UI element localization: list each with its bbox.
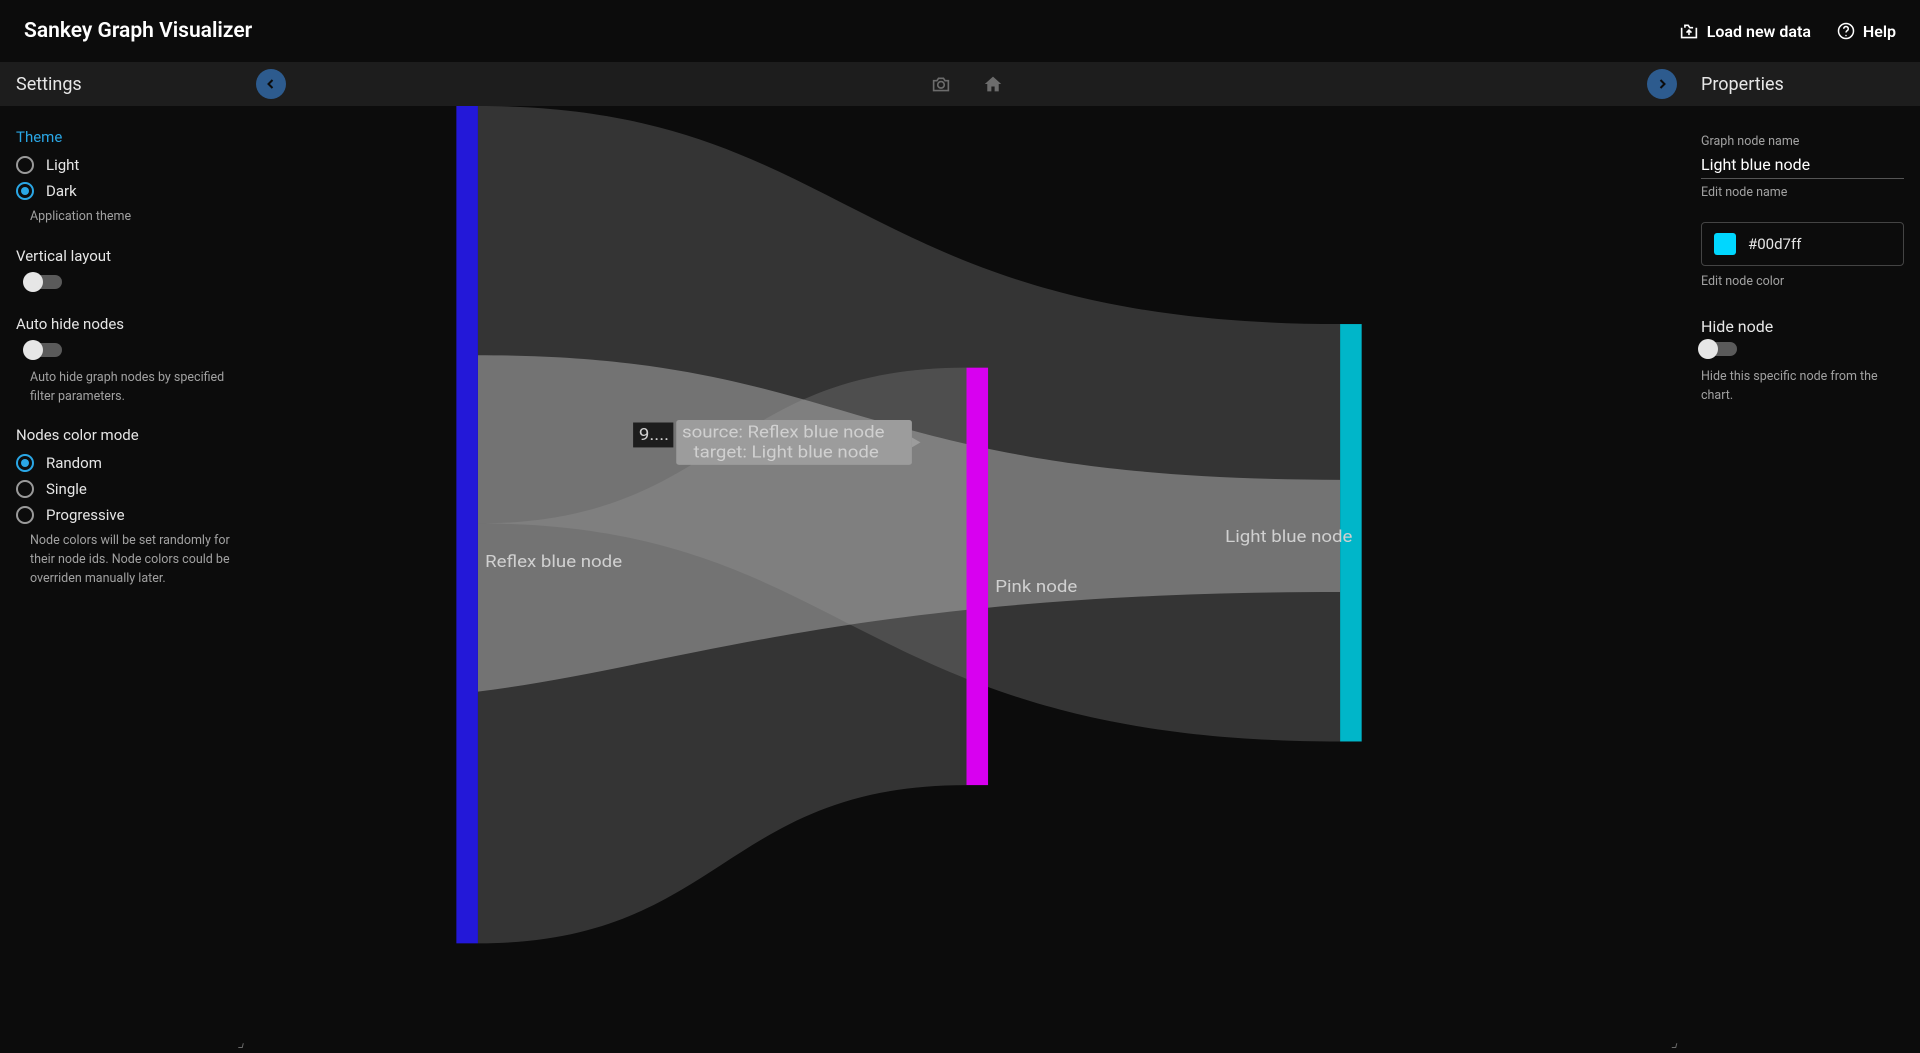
node-label: Pink node bbox=[995, 578, 1077, 597]
vertical-layout-label: Vertical layout bbox=[16, 247, 232, 265]
collapse-left-button[interactable] bbox=[256, 69, 286, 99]
theme-light-option[interactable]: Light bbox=[16, 156, 232, 174]
settings-header: Settings bbox=[0, 62, 248, 106]
radio-icon bbox=[16, 156, 34, 174]
topbar-actions: Load new data Help bbox=[1679, 22, 1896, 41]
chevron-right-icon bbox=[1656, 78, 1668, 90]
sankey-node-reflex-blue[interactable] bbox=[456, 106, 478, 943]
app-title: Sankey Graph Visualizer bbox=[24, 19, 252, 43]
color-mode-help-text: Node colors will be set randomly for the… bbox=[30, 532, 232, 588]
help-icon bbox=[1837, 22, 1855, 40]
load-new-data-button[interactable]: Load new data bbox=[1679, 22, 1811, 41]
edit-node-name-hint: Edit node name bbox=[1701, 185, 1904, 200]
theme-help-text: Application theme bbox=[30, 208, 232, 227]
help-button[interactable]: Help bbox=[1837, 22, 1896, 41]
home-icon[interactable] bbox=[983, 75, 1003, 93]
theme-light-label: Light bbox=[46, 156, 79, 174]
canvas-toolbar bbox=[248, 62, 1685, 106]
node-label: Light blue node bbox=[1225, 528, 1352, 547]
hide-node-toggle[interactable] bbox=[1701, 342, 1737, 356]
color-hex-text: #00d7ff bbox=[1748, 235, 1801, 253]
camera-icon[interactable] bbox=[931, 75, 951, 93]
color-mode-single-label: Single bbox=[46, 480, 87, 498]
auto-hide-label: Auto hide nodes bbox=[16, 315, 232, 333]
properties-header: Properties bbox=[1685, 62, 1920, 106]
tooltip-value: 9.... bbox=[639, 426, 669, 445]
chart-pane: Reflex blue node Pink node Light blue no… bbox=[248, 62, 1685, 1053]
collapse-right-button[interactable] bbox=[1647, 69, 1677, 99]
color-mode-progressive-option[interactable]: Progressive bbox=[16, 506, 232, 524]
auto-hide-toggle[interactable] bbox=[26, 343, 62, 357]
radio-icon bbox=[16, 480, 34, 498]
resize-grip-icon[interactable]: ⌟ bbox=[237, 1035, 244, 1051]
help-label: Help bbox=[1863, 22, 1896, 41]
theme-dark-label: Dark bbox=[46, 182, 77, 200]
radio-icon bbox=[16, 182, 34, 200]
chevron-left-icon bbox=[265, 78, 277, 90]
tooltip-line-2: target: Light blue node bbox=[693, 443, 878, 462]
node-color-field[interactable]: #00d7ff bbox=[1701, 222, 1904, 266]
color-swatch bbox=[1714, 233, 1736, 255]
node-label: Reflex blue node bbox=[485, 553, 622, 572]
load-data-icon bbox=[1679, 22, 1699, 40]
edit-node-color-hint: Edit node color bbox=[1701, 274, 1904, 289]
color-mode-label: Nodes color mode bbox=[16, 426, 232, 444]
properties-panel: Properties Graph node name Edit node nam… bbox=[1685, 62, 1920, 1053]
node-name-label: Graph node name bbox=[1701, 134, 1904, 149]
radio-icon bbox=[16, 454, 34, 472]
resize-grip-icon[interactable]: ⌟ bbox=[1671, 1035, 1678, 1051]
auto-hide-help-text: Auto hide graph nodes by specified filte… bbox=[30, 369, 232, 407]
color-mode-random-option[interactable]: Random bbox=[16, 454, 232, 472]
tooltip-line-1: source: Reflex blue node bbox=[682, 424, 885, 443]
color-mode-random-label: Random bbox=[46, 454, 102, 472]
radio-icon bbox=[16, 506, 34, 524]
hide-node-help: Hide this specific node from the chart. bbox=[1701, 368, 1904, 406]
color-mode-single-option[interactable]: Single bbox=[16, 480, 232, 498]
vertical-layout-toggle[interactable] bbox=[26, 275, 62, 289]
color-mode-progressive-label: Progressive bbox=[46, 506, 125, 524]
theme-dark-option[interactable]: Dark bbox=[16, 182, 232, 200]
load-new-data-label: Load new data bbox=[1707, 22, 1811, 41]
sankey-node-pink[interactable] bbox=[967, 368, 989, 785]
sankey-canvas[interactable]: Reflex blue node Pink node Light blue no… bbox=[248, 106, 1685, 1053]
theme-section-label: Theme bbox=[16, 128, 232, 146]
node-name-input[interactable] bbox=[1701, 151, 1904, 179]
settings-panel: Settings Theme Light Dark Application th… bbox=[0, 62, 248, 1053]
hide-node-label: Hide node bbox=[1701, 317, 1904, 336]
